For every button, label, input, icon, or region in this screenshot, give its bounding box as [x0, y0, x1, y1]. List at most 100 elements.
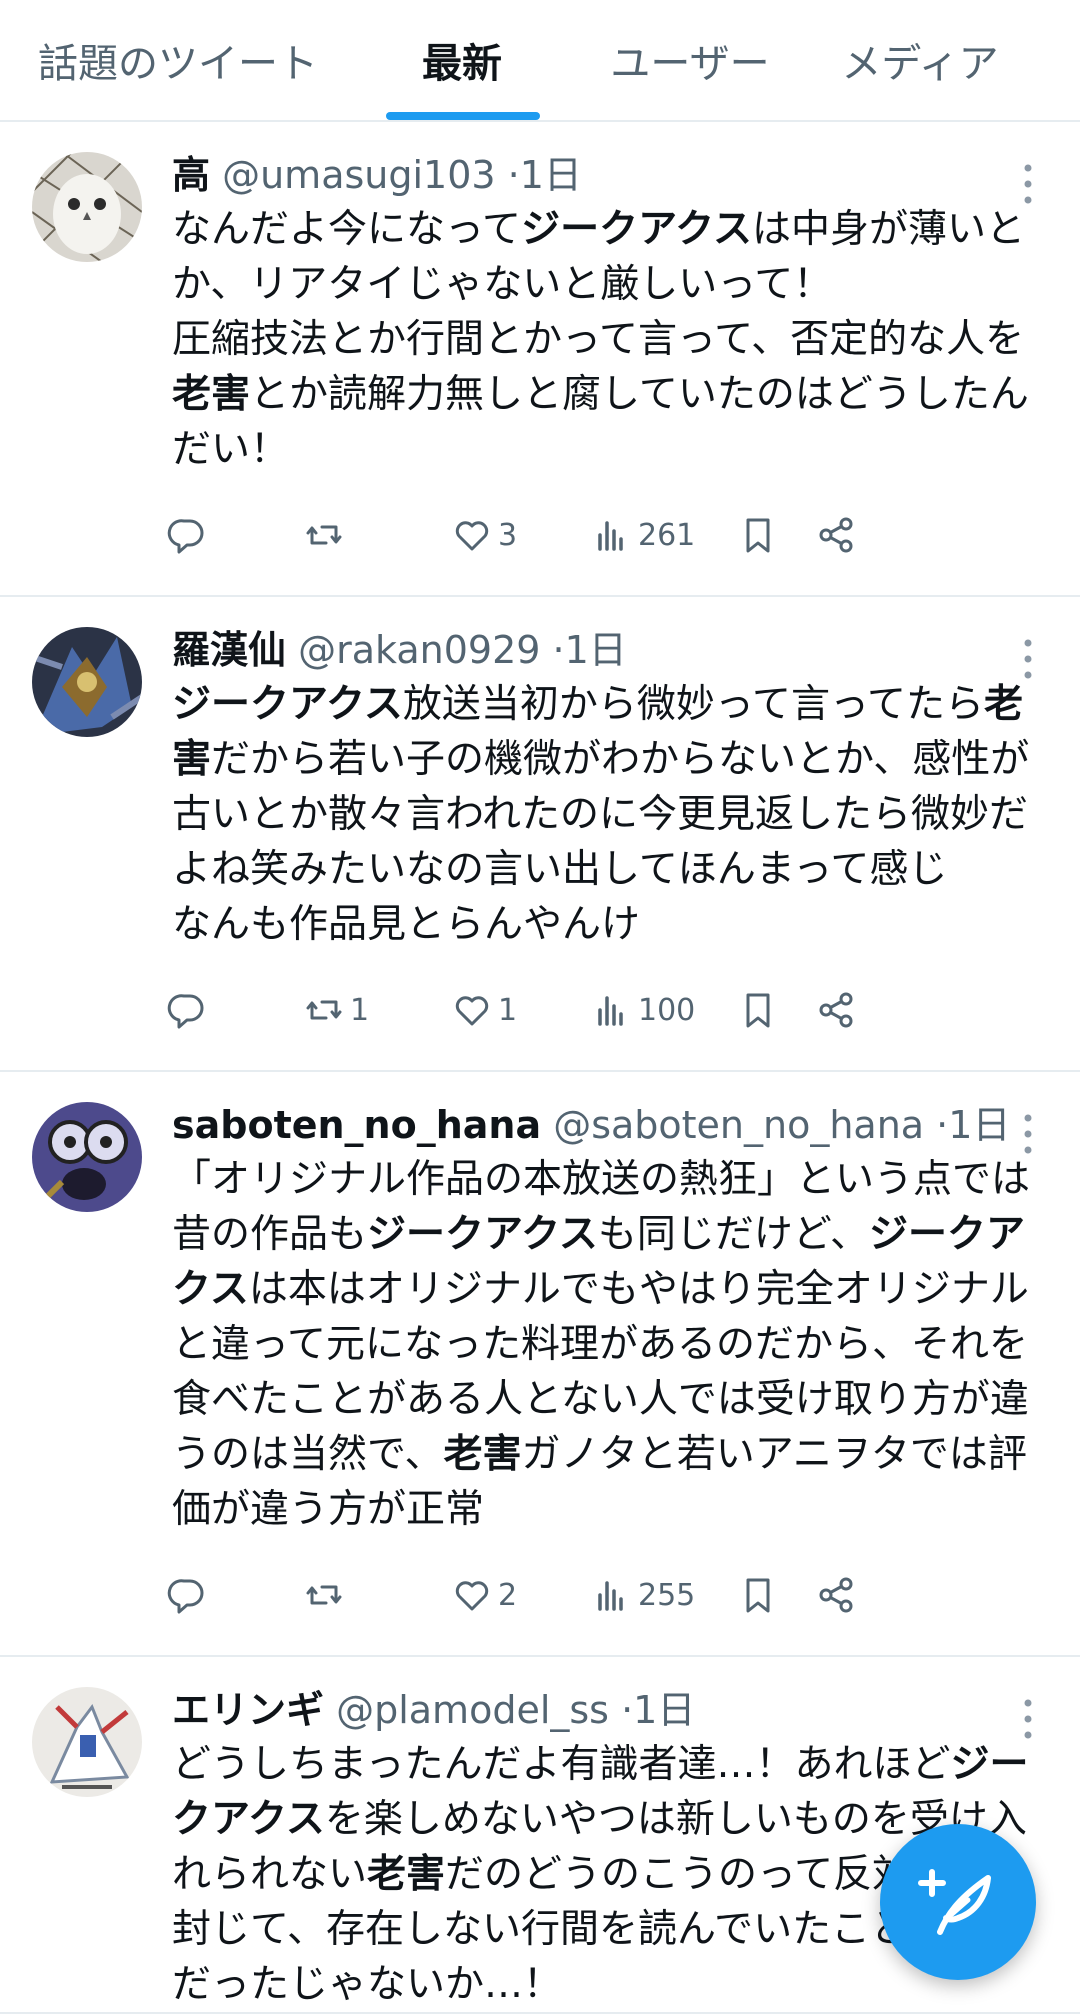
- timestamp[interactable]: 1日: [948, 1103, 1010, 1147]
- tweet-feed: 高 @umasugi103 ·1日 なんだよ今になってジークアクスは中身が薄いとか…: [0, 122, 1080, 2014]
- heart-icon: [455, 1581, 489, 1611]
- share-icon: [819, 992, 853, 1028]
- tweet-text-segment: なんだよ今になって: [172, 207, 522, 252]
- robot-figure-avatar: [32, 627, 142, 737]
- reply-icon: [167, 519, 204, 554]
- tweet-text-segment: だから若い子の機微がわからないとか、感性が古いとか散々言われたのに今更見返したら…: [172, 737, 1030, 947]
- reply-button[interactable]: [166, 988, 206, 1032]
- timestamp[interactable]: 1日: [520, 153, 582, 197]
- bookmark-button[interactable]: [738, 513, 778, 557]
- author-name[interactable]: saboten_no_hana: [172, 1103, 541, 1147]
- reply-icon: [167, 994, 204, 1029]
- highlighted-keyword: ジークアクス: [172, 682, 403, 727]
- views-button[interactable]: 100: [592, 988, 695, 1032]
- active-tab-indicator: [386, 112, 540, 120]
- highlighted-keyword: ジークアクス: [521, 207, 752, 252]
- author-handle[interactable]: @rakan0929: [286, 628, 552, 672]
- tweet-actions: 1 1 100: [167, 960, 1040, 1070]
- like-button[interactable]: 2: [452, 1573, 517, 1617]
- avatar[interactable]: [32, 1687, 142, 1797]
- avatar[interactable]: [32, 1102, 142, 1212]
- tweet-actions: 3 261: [167, 485, 1040, 595]
- compose-feather-plus-icon: [918, 1869, 991, 1935]
- share-button[interactable]: [816, 513, 856, 557]
- author-name[interactable]: エリンギ: [172, 1688, 324, 1732]
- bookmark-icon: [746, 1578, 770, 1613]
- views-count: 261: [638, 517, 696, 553]
- share-button[interactable]: [816, 988, 856, 1032]
- heart-icon: [455, 521, 489, 551]
- retweet-icon: [306, 525, 342, 545]
- views-count: 100: [638, 992, 696, 1028]
- avatar[interactable]: [32, 627, 142, 737]
- more-options-icon[interactable]: [1016, 1697, 1040, 1741]
- views-count: 255: [638, 1577, 696, 1613]
- tweet-header: エリンギ @plamodel_ss ·1日: [172, 1685, 1040, 1735]
- retweet-button[interactable]: [304, 1573, 350, 1617]
- bookmark-button[interactable]: [738, 1573, 778, 1617]
- tab-latest[interactable]: 最新: [386, 0, 538, 120]
- bookmark-icon: [746, 518, 770, 553]
- tweet-text-segment: 放送当初から微妙って言ってたら: [402, 682, 984, 727]
- more-options-icon[interactable]: [1016, 162, 1040, 206]
- timestamp[interactable]: 1日: [565, 628, 627, 672]
- bookmark-icon: [746, 993, 770, 1028]
- views-icon: [598, 996, 623, 1026]
- tweet-text-segment: とか読解力無しと腐していたのはどうしたんだい！: [172, 372, 1029, 472]
- tweet[interactable]: saboten_no_hana @saboten_no_hana ·1日 「オリジ…: [0, 1072, 1080, 1657]
- tab-top-tweets[interactable]: 話題のツイート: [18, 0, 338, 120]
- tweet-text: ジークアクス放送当初から微妙って言ってたら老害だから若い子の機微がわからないとか…: [172, 677, 1040, 952]
- timestamp[interactable]: 1日: [633, 1688, 695, 1732]
- tweet-text-segment: も同じだけど、: [597, 1212, 869, 1257]
- separator-dot: ·: [507, 153, 520, 197]
- views-icon: [598, 1581, 623, 1611]
- bookmark-button[interactable]: [738, 988, 778, 1032]
- reply-icon: [167, 1579, 204, 1614]
- views-icon: [598, 521, 623, 551]
- reply-button[interactable]: [166, 1573, 206, 1617]
- more-options-icon[interactable]: [1016, 1112, 1040, 1156]
- separator-dot: ·: [936, 1103, 949, 1147]
- tweet-actions: 2 255: [167, 1545, 1040, 1655]
- owl-avatar: [32, 152, 142, 262]
- highlighted-keyword: 老害: [172, 372, 251, 417]
- author-name[interactable]: 高: [172, 153, 210, 197]
- more-options-icon[interactable]: [1016, 637, 1040, 681]
- separator-dot: ·: [621, 1688, 634, 1732]
- like-count: 3: [498, 517, 518, 553]
- tweet[interactable]: 羅漢仙 @rakan0929 ·1日 ジークアクス放送当初から微妙って言ってたら老…: [0, 597, 1080, 1072]
- author-handle[interactable]: @plamodel_ss: [324, 1688, 621, 1732]
- views-button[interactable]: 261: [592, 513, 695, 557]
- separator-dot: ·: [552, 628, 565, 672]
- tweet-text-segment: どうしちまったんだよ有識者達…！あれほど: [172, 1742, 951, 1787]
- highlighted-keyword: 老害: [367, 1852, 446, 1897]
- plamodel-avatar: [32, 1687, 142, 1797]
- author-handle[interactable]: @umasugi103: [210, 153, 508, 197]
- tab-media[interactable]: メディア: [820, 0, 1020, 120]
- like-count: 1: [498, 992, 518, 1028]
- author-name[interactable]: 羅漢仙: [172, 628, 286, 672]
- like-button[interactable]: 1: [452, 988, 517, 1032]
- views-button[interactable]: 255: [592, 1573, 695, 1617]
- highlighted-keyword: ジークアクス: [367, 1212, 598, 1257]
- retweet-button[interactable]: [304, 513, 350, 557]
- screaming-face-avatar: [32, 1102, 142, 1212]
- highlighted-keyword: 老害: [443, 1432, 522, 1477]
- reply-button[interactable]: [166, 513, 206, 557]
- tab-users[interactable]: ユーザー: [590, 0, 790, 120]
- like-button[interactable]: 3: [452, 513, 517, 557]
- retweet-icon: [306, 1585, 342, 1605]
- tweet-header: 羅漢仙 @rakan0929 ·1日: [172, 625, 1040, 675]
- tweet-text: 「オリジナル作品の本放送の熱狂」という点では昔の作品もジークアクスも同じだけど、…: [172, 1152, 1040, 1537]
- compose-tweet-button[interactable]: [880, 1824, 1036, 1980]
- tweet-header: 高 @umasugi103 ·1日: [172, 150, 1040, 200]
- avatar[interactable]: [32, 152, 142, 262]
- tweet[interactable]: 高 @umasugi103 ·1日 なんだよ今になってジークアクスは中身が薄いとか…: [0, 122, 1080, 597]
- heart-icon: [455, 996, 489, 1026]
- share-button[interactable]: [816, 1573, 856, 1617]
- retweet-count: 1: [350, 992, 370, 1028]
- tweet-header: saboten_no_hana @saboten_no_hana ·1日: [172, 1100, 1040, 1150]
- share-icon: [819, 1577, 853, 1613]
- author-handle[interactable]: @saboten_no_hana: [541, 1103, 936, 1147]
- retweet-button[interactable]: 1: [304, 988, 369, 1032]
